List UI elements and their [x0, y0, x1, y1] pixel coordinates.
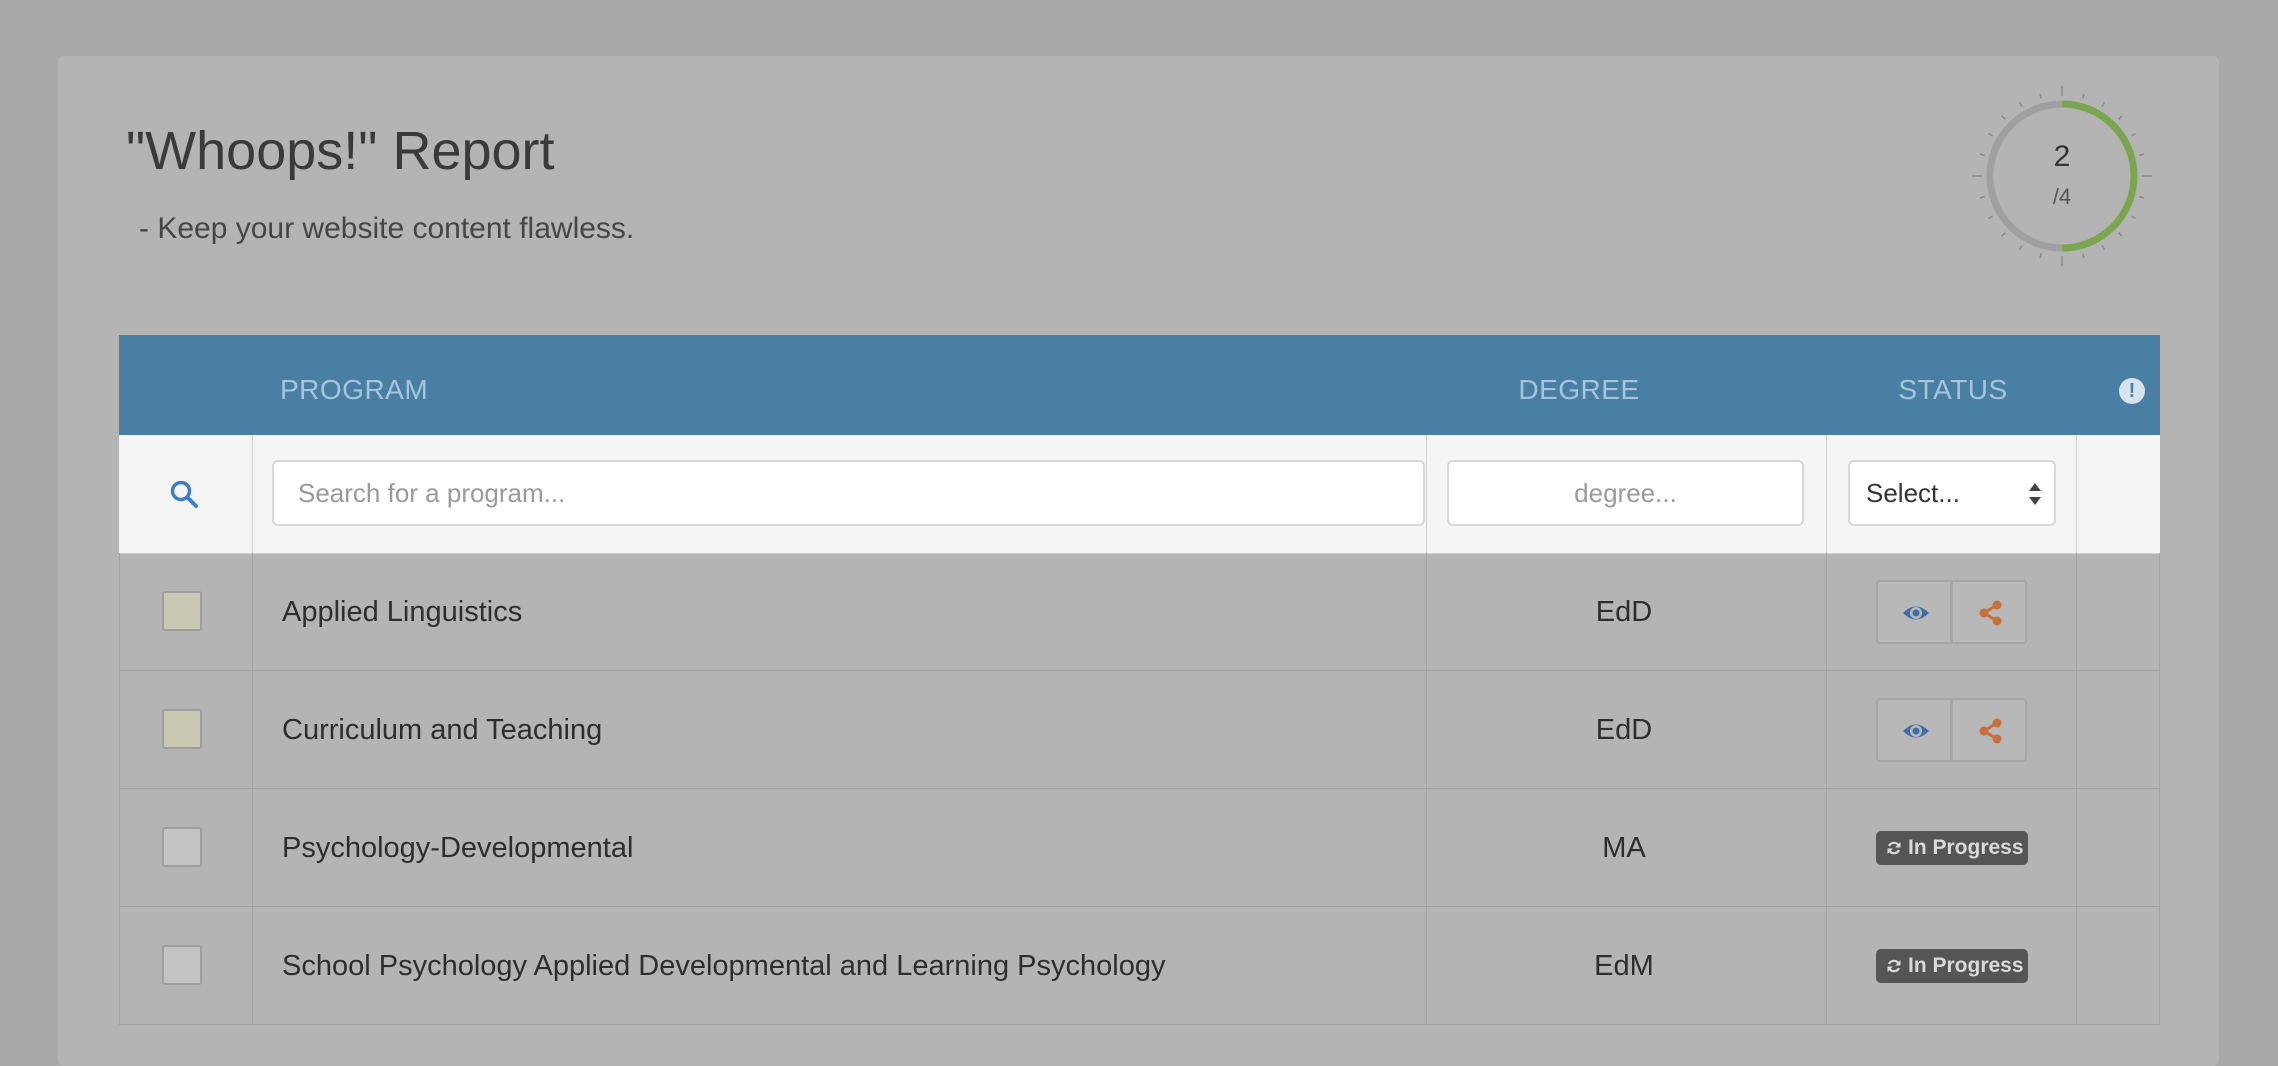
gauge-tick: [2001, 232, 2006, 237]
degree-value: EdD: [1595, 596, 1653, 628]
share-icon: [1979, 600, 2002, 626]
column-divider: [2076, 435, 2077, 553]
progress-current: 2: [2053, 140, 2071, 173]
page-title: "Whoops!" Report: [126, 121, 555, 181]
gauge-tick: [2039, 93, 2043, 99]
column-divider: [252, 435, 253, 553]
gauge-tick: [2101, 102, 2106, 108]
table-row: Applied Linguistics EdD: [119, 553, 2160, 671]
gauge-tick: [2101, 244, 2106, 250]
program-name: Applied Linguistics: [282, 596, 523, 628]
table-header: PROGRAM DEGREE STATUS !: [119, 335, 2160, 435]
gauge-tick: [2118, 115, 2123, 120]
row-actions: [1876, 698, 2028, 762]
progress-arc: [2061, 100, 2138, 252]
gauge-tick: [2118, 232, 2123, 237]
row-checkbox[interactable]: [162, 591, 202, 631]
progress-total: /4: [2052, 184, 2072, 209]
filter-row: Select...: [119, 435, 2160, 554]
table-row: Curriculum and Teaching EdD: [119, 671, 2160, 789]
column-divider: [1826, 553, 1827, 1025]
gauge-tick: [2130, 132, 2136, 137]
progress-gauge: 2 /4: [1972, 86, 2152, 266]
gauge-tick: [2130, 215, 2136, 220]
status-badge: In Progress: [1876, 949, 2028, 983]
view-button[interactable]: [1876, 580, 1952, 644]
info-icon[interactable]: !: [2119, 378, 2145, 404]
gauge-tick: [2081, 93, 2085, 99]
refresh-icon: [1887, 841, 1901, 855]
page-subtitle: - Keep your website content flawless.: [139, 212, 635, 245]
table-row: School Psychology Applied Developmental …: [119, 907, 2160, 1025]
search-icon: [170, 480, 198, 508]
gauge-tick: [2018, 244, 2023, 250]
gauge-tick: [1988, 215, 1994, 220]
refresh-icon: [1887, 959, 1901, 973]
table-row: Psychology-Developmental MA In Progress: [119, 789, 2160, 907]
select-arrows-icon: [2029, 483, 2041, 505]
status-select-value: Select...: [1866, 478, 1960, 508]
column-divider: [1426, 553, 1427, 1025]
table-border-right: [2159, 553, 2160, 1025]
column-header-degree[interactable]: DEGREE: [1379, 335, 1779, 435]
row-actions: [1876, 580, 2028, 644]
program-name: School Psychology Applied Developmental …: [282, 950, 1166, 982]
degree-value: EdM: [1594, 950, 1654, 982]
share-button[interactable]: [1951, 698, 2027, 762]
row-checkbox[interactable]: [162, 709, 202, 749]
table-border-left: [119, 553, 120, 1025]
gauge-tick: [2001, 115, 2006, 120]
share-button[interactable]: [1951, 580, 2027, 644]
column-divider: [2076, 553, 2077, 1025]
degree-value: MA: [1602, 832, 1646, 864]
gauge-tick: [2018, 102, 2023, 108]
status-badge-label: In Progress: [1908, 954, 2024, 977]
gauge-tick: [2081, 253, 2085, 259]
status-select[interactable]: Select...: [1848, 460, 2056, 526]
program-name: Psychology-Developmental: [282, 832, 634, 864]
row-checkbox[interactable]: [162, 945, 202, 985]
programs-table: PROGRAM DEGREE STATUS ! Select... Applie…: [119, 335, 2160, 1025]
column-divider: [1826, 435, 1827, 553]
gauge-tick: [2039, 253, 2043, 259]
column-header-program[interactable]: PROGRAM: [280, 335, 428, 435]
eye-icon: [1903, 724, 1929, 738]
program-search-input[interactable]: [272, 460, 1425, 526]
degree-value: EdD: [1595, 714, 1653, 746]
program-name: Curriculum and Teaching: [282, 714, 603, 746]
status-badge: In Progress: [1876, 831, 2028, 865]
degree-search-input[interactable]: [1447, 460, 1804, 526]
row-checkbox[interactable]: [162, 827, 202, 867]
share-icon: [1979, 718, 2002, 744]
status-badge-label: In Progress: [1908, 836, 2024, 859]
column-header-status[interactable]: STATUS: [1828, 335, 2078, 435]
gauge-tick: [1988, 132, 1994, 137]
eye-icon: [1903, 606, 1929, 620]
column-divider: [252, 553, 253, 1025]
column-divider: [1426, 435, 1427, 553]
view-button[interactable]: [1876, 698, 1952, 762]
progress-ring: [1972, 86, 2152, 266]
